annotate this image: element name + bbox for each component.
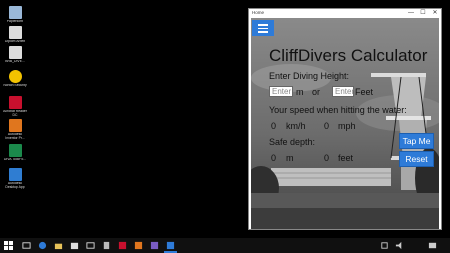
minimize-button[interactable]: — — [405, 9, 417, 18]
volume-icon[interactable] — [395, 241, 404, 250]
title-bar[interactable]: Home — ☐ ✕ — [249, 9, 441, 18]
taskbar — [0, 238, 450, 253]
document-icon — [8, 46, 22, 59]
speed-kmh-unit: km/h — [286, 121, 306, 131]
desktop-icon-inventor[interactable]: Autodesk Inventor Pr... — [2, 119, 28, 141]
acrobat-icon — [8, 96, 22, 109]
desktop-icon-acrobat[interactable]: Acrobat Reader DC — [2, 96, 28, 118]
desktop-icon-diva[interactable]: DIVA Tool/Fo... — [2, 144, 28, 162]
depth-ft-unit: feet — [338, 153, 354, 163]
document-icon — [8, 26, 22, 39]
norton-icon — [8, 70, 22, 83]
desktop-icon-label: BRB_DIVE... — [5, 60, 25, 63]
recycle-bin-icon — [8, 6, 22, 19]
maximize-button[interactable]: ☐ — [417, 9, 429, 18]
depth-m-value: 0 — [271, 153, 277, 163]
meters-input[interactable]: Enter — [269, 86, 293, 97]
acrobat-taskbar-icon[interactable] — [118, 241, 127, 250]
depth-m-unit: m — [286, 153, 294, 163]
desktop-icon-label: Papierkorb — [6, 20, 24, 23]
notification-icon[interactable] — [428, 241, 437, 250]
desktop-icon-autodesk[interactable]: Autodesk Desktop App — [2, 168, 28, 190]
window-title: Home — [252, 10, 265, 15]
speed-mph-unit: mph — [338, 121, 356, 131]
meters-unit-label: m — [296, 87, 304, 97]
hamburger-menu-button[interactable] — [252, 20, 274, 36]
speed-kmh-value: 0 — [271, 121, 277, 131]
desktop-icon-label: Norton Security — [3, 84, 27, 87]
inventor-icon — [8, 119, 22, 132]
feet-input[interactable]: Enter — [332, 86, 354, 97]
desktop-icon-label: Diplom Arbeit — [4, 40, 26, 43]
autodesk-taskbar-icon[interactable] — [134, 241, 143, 250]
app-window: Home — ☐ ✕ CliffDivers Calculator Enter … — [249, 9, 441, 229]
app-title: CliffDivers Calculator — [269, 46, 428, 65]
app-running-icon[interactable] — [166, 241, 175, 250]
calculator-icon[interactable] — [102, 241, 111, 250]
depth-ft-value: 0 — [324, 153, 330, 163]
diva-icon — [8, 144, 22, 157]
network-icon[interactable] — [380, 241, 389, 250]
close-button[interactable]: ✕ — [429, 9, 441, 18]
mail-icon[interactable] — [86, 241, 95, 250]
safe-depth-label: Safe depth: — [269, 137, 316, 147]
visual-studio-icon[interactable] — [150, 241, 159, 250]
hamburger-icon — [258, 24, 268, 26]
store-icon[interactable] — [70, 241, 79, 250]
speed-mph-value: 0 — [324, 121, 330, 131]
autodesk-icon — [8, 168, 22, 181]
windows-start-icon[interactable] — [4, 241, 13, 250]
speed-label: Your speed when hitting the water: — [269, 105, 407, 115]
feet-unit-label: Feet — [355, 87, 374, 97]
reset-button[interactable]: Reset — [399, 151, 434, 167]
hamburger-icon-bar — [258, 27, 268, 29]
hamburger-icon-bar — [258, 31, 268, 33]
desktop-icon-brb[interactable]: BRB_DIVE... — [2, 46, 28, 64]
desktop-icon-label: Autodesk Inventor Pr... — [5, 133, 25, 140]
desktop-icon-norton[interactable]: Norton Security — [2, 70, 28, 88]
desktop-icon-recycle-bin[interactable]: Papierkorb — [2, 6, 28, 24]
enter-height-label: Enter Diving Height: — [269, 71, 350, 81]
or-label: or — [312, 87, 321, 97]
task-view-icon[interactable] — [22, 241, 31, 250]
desktop-icon-label: DIVA Tool/Fo... — [3, 158, 27, 161]
edge-browser-icon[interactable] — [38, 241, 47, 250]
app-content: CliffDivers Calculator Enter Diving Heig… — [251, 18, 439, 229]
desktop-icon-diplom[interactable]: Diplom Arbeit — [2, 26, 28, 44]
tap-me-button[interactable]: Tap Me — [399, 133, 434, 149]
desktop-icon-label: Autodesk Desktop App — [5, 182, 25, 189]
desktop-icon-label: Acrobat Reader DC — [3, 110, 27, 117]
file-explorer-icon[interactable] — [54, 241, 63, 250]
